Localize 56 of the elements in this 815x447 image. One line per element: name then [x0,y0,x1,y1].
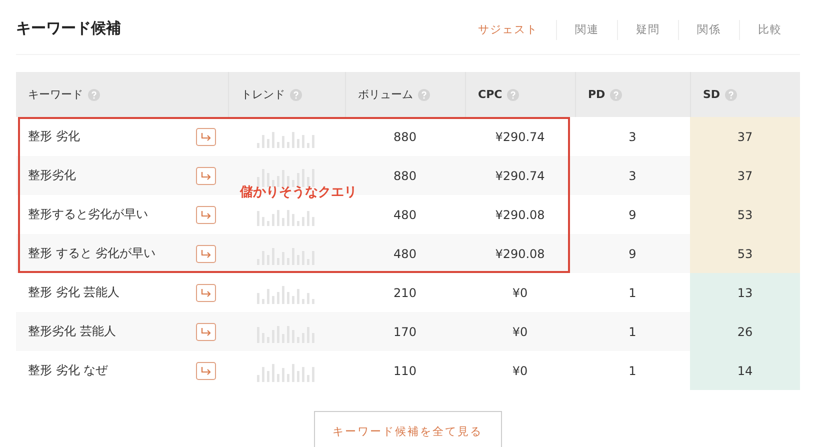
column-header: PD [588,88,606,101]
volume-value: 880 [394,168,416,182]
sd-cell: 53 [690,234,800,273]
volume-value: 480 [394,208,416,222]
arrow-button-icon[interactable] [196,362,216,380]
column-header: CPC [478,88,502,101]
volume-value: 880 [394,130,416,144]
column-header: ボリューム [358,87,413,102]
column-header: SD [703,88,720,101]
pd-value: 9 [628,246,636,260]
sd-cell: 37 [690,117,800,156]
tab[interactable]: 比較 [739,20,800,40]
tab[interactable]: 関連 [556,20,617,40]
arrow-button-icon[interactable] [196,128,216,146]
pd-value: 1 [628,324,636,338]
keyword-text: 整形劣化 [28,167,76,184]
cpc-value: ¥0 [512,286,528,300]
arrow-button-icon[interactable] [196,166,216,184]
keyword-text: 整形すると劣化が早い [28,206,148,223]
pd-value: 1 [628,364,636,378]
tab[interactable]: サジェスト [460,20,556,40]
cpc-value: ¥290.08 [495,246,545,260]
volume-value: 170 [394,324,416,338]
keyword-text: 整形 劣化 なぜ [28,362,108,379]
annotation-label: 儲かりそうなクエリ [240,184,357,201]
cpc-value: ¥290.08 [495,208,545,222]
tab[interactable]: 関係 [678,20,739,40]
keyword-text: 整形 劣化 [28,128,80,145]
keyword-text: 整形劣化 芸能人 [28,323,116,340]
arrow-button-icon[interactable] [196,206,216,224]
pd-value: 9 [628,208,636,222]
volume-value: 480 [394,246,416,260]
sd-cell: 13 [690,273,800,312]
keyword-text: 整形 すると 劣化が早い [28,245,156,262]
section-title: キーワード候補 [16,18,121,38]
column-header: キーワード [28,87,83,102]
sd-cell: 53 [690,195,800,234]
pd-value: 1 [628,286,636,300]
keyword-text: 整形 劣化 芸能人 [28,284,120,301]
arrow-button-icon[interactable] [196,322,216,340]
sd-cell: 14 [690,351,800,390]
cpc-value: ¥0 [512,364,528,378]
tab[interactable]: 疑問 [617,20,678,40]
sd-cell: 37 [690,156,800,195]
cpc-value: ¥0 [512,324,528,338]
cpc-value: ¥290.74 [495,130,545,144]
arrow-button-icon[interactable] [196,244,216,262]
pd-value: 3 [628,130,636,144]
pd-value: 3 [628,168,636,182]
cpc-value: ¥290.74 [495,168,545,182]
column-header: トレンド [241,87,285,102]
volume-value: 210 [394,286,416,300]
view-all-button[interactable]: キーワード候補を全て見る [314,411,502,447]
arrow-button-icon[interactable] [196,284,216,302]
sd-cell: 26 [690,312,800,351]
volume-value: 110 [394,364,416,378]
